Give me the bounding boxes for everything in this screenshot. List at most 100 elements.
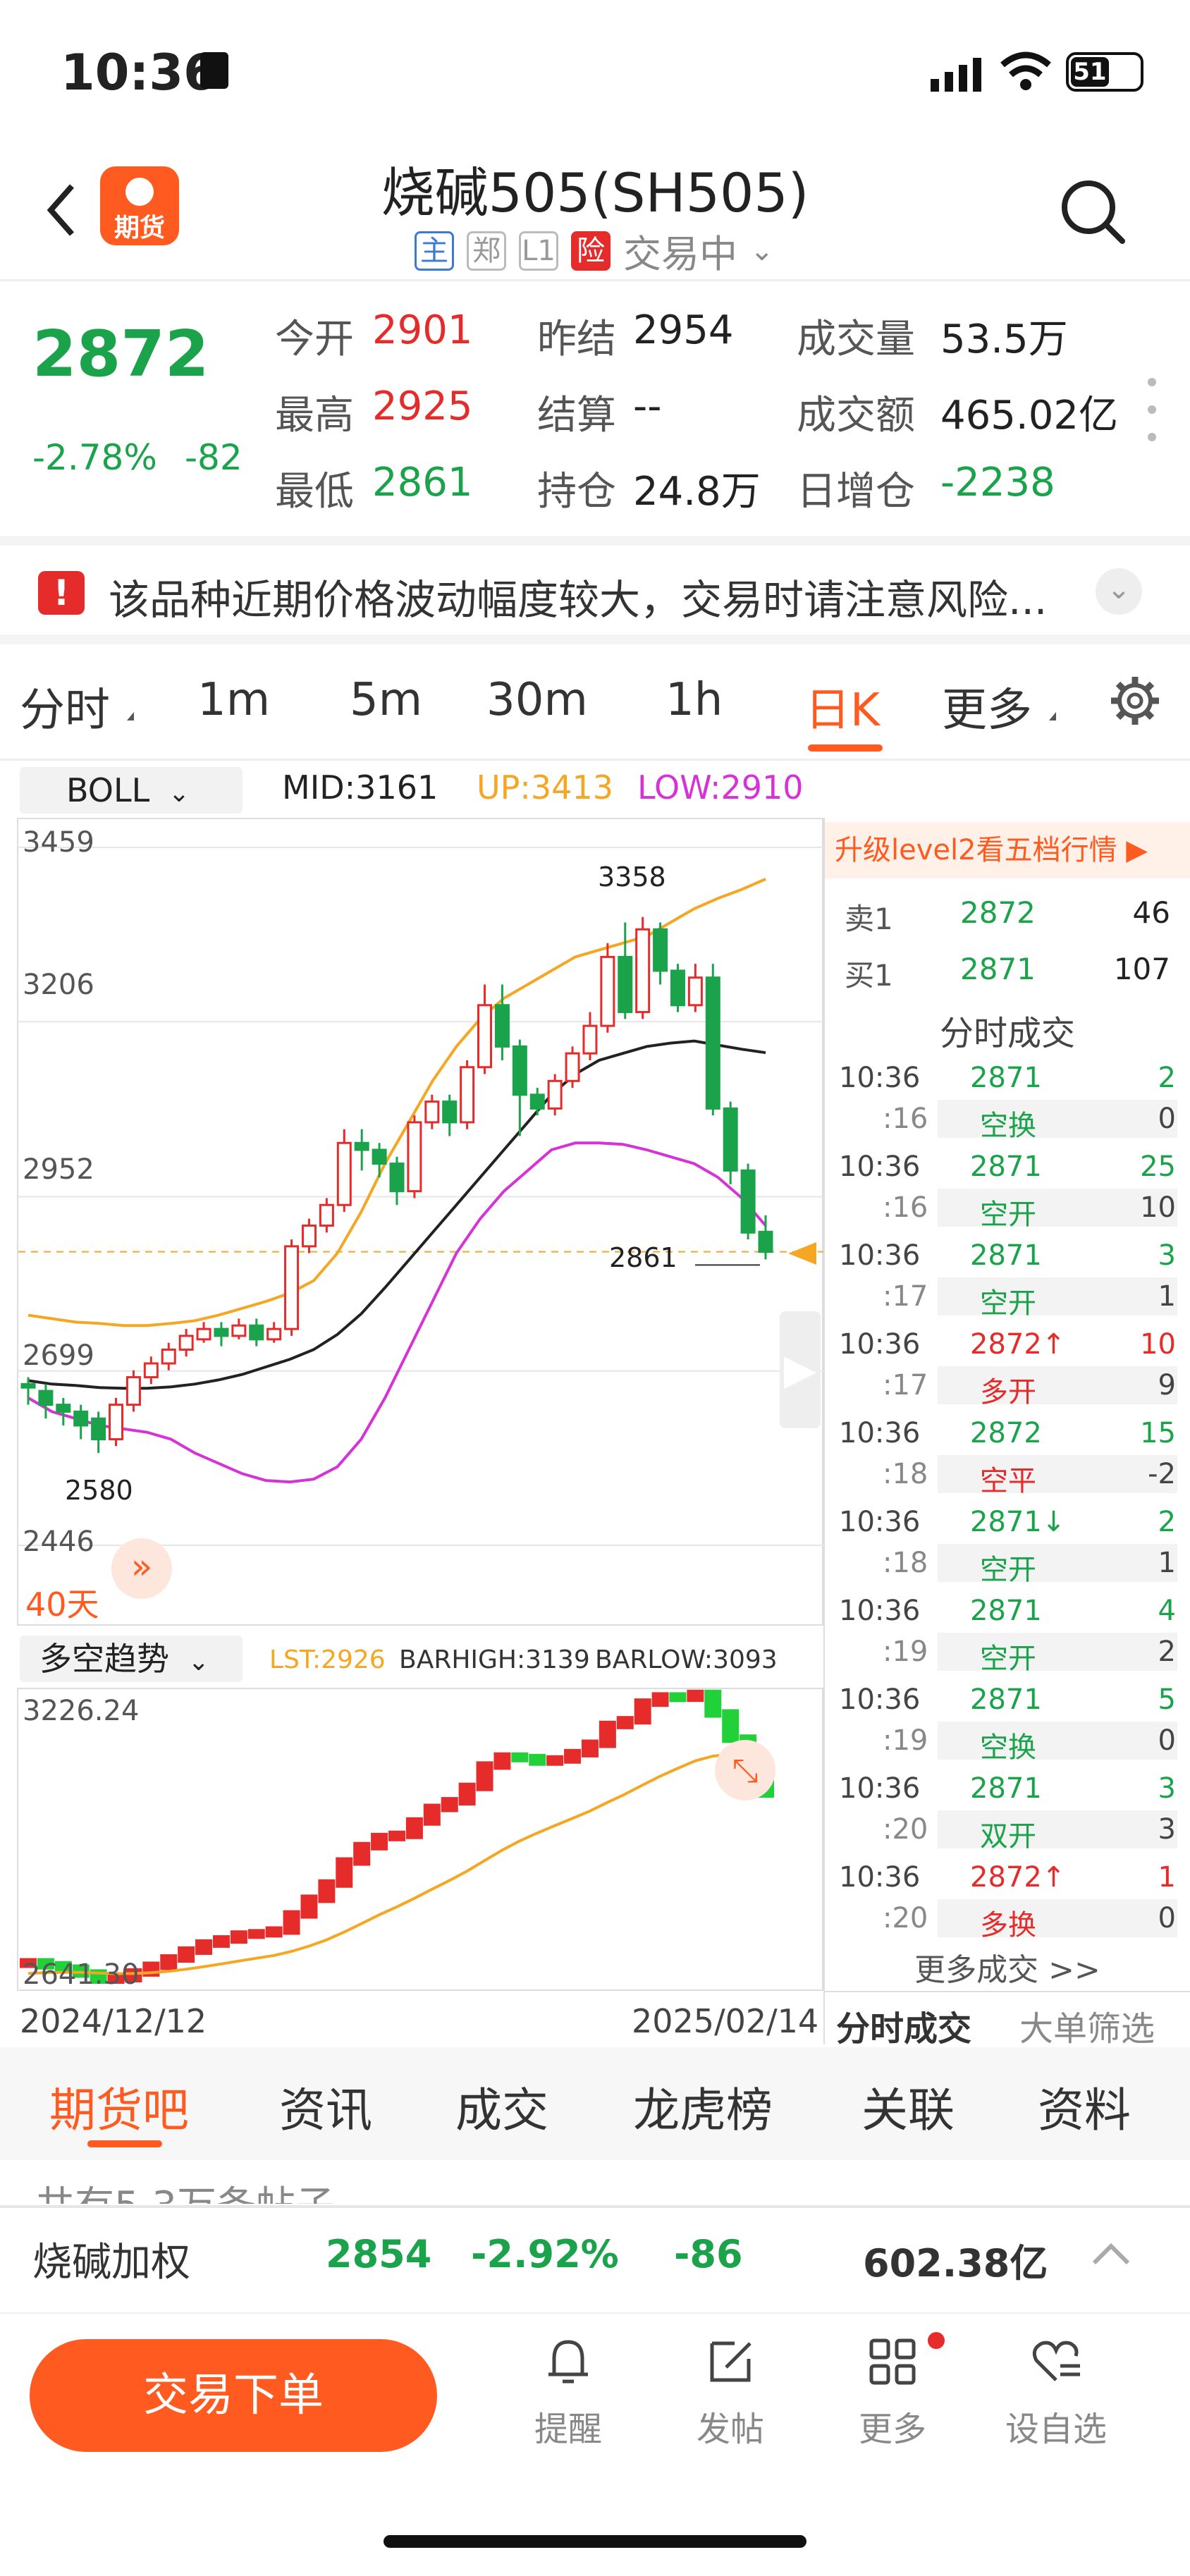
trade-row: 10:36 2872↑ 1:20 多换 0 bbox=[825, 1860, 1190, 1944]
trade-type bbox=[938, 1455, 1177, 1493]
trend-bar bbox=[353, 1841, 371, 1866]
candle-body bbox=[635, 928, 651, 1014]
bell-icon[interactable] bbox=[540, 2333, 596, 2393]
more-label[interactable]: 更多 bbox=[859, 2401, 926, 2451]
trade-type bbox=[938, 1899, 1177, 1937]
more-trades-link[interactable]: 更多成交 >> bbox=[825, 1944, 1190, 1989]
low-label: 最低 bbox=[275, 469, 354, 515]
trend-line bbox=[27, 1753, 766, 1975]
trend-barhigh: BARHIGH:3139 bbox=[399, 1645, 590, 1674]
trade-type-text: 多开 bbox=[980, 1376, 1036, 1409]
expand-side-icon[interactable]: ▶ bbox=[780, 1311, 821, 1428]
index-name[interactable]: 烧碱加权 bbox=[32, 2231, 190, 2288]
tab-30m[interactable]: 30m bbox=[486, 674, 588, 726]
trend-bar bbox=[230, 1930, 247, 1944]
trend-chart[interactable] bbox=[17, 1688, 823, 1991]
open-label: 今开 bbox=[275, 317, 354, 362]
trade-num: 1 bbox=[1158, 1547, 1176, 1579]
trade-num: 9 bbox=[1158, 1369, 1176, 1402]
tab-1h[interactable]: 1h bbox=[665, 674, 723, 726]
high-label: 最高 bbox=[275, 393, 354, 438]
kline-chart[interactable] bbox=[17, 818, 825, 1626]
candle-body bbox=[354, 1141, 369, 1151]
search-icon[interactable] bbox=[1057, 176, 1128, 250]
grid-more-icon[interactable] bbox=[864, 2333, 921, 2393]
candle-body bbox=[407, 1121, 422, 1193]
chevron-down-icon[interactable]: ⌄ bbox=[750, 235, 774, 267]
trade-order-button[interactable]: 交易下单 bbox=[30, 2339, 437, 2452]
notice-expand-icon[interactable]: ⌄ bbox=[1096, 568, 1142, 615]
trade-type bbox=[938, 1277, 1177, 1315]
trade-sec: :20 bbox=[883, 1813, 928, 1846]
trade-type-text: 空开 bbox=[980, 1198, 1036, 1231]
trend-bar bbox=[599, 1720, 616, 1748]
tab-daily-k[interactable]: 日K bbox=[805, 674, 880, 739]
watchlist-label[interactable]: 设自选 bbox=[1005, 2401, 1107, 2451]
tab-profile[interactable]: 资料 bbox=[1038, 2073, 1131, 2140]
trade-vol: 25 bbox=[1140, 1151, 1176, 1183]
tab-5m[interactable]: 5m bbox=[350, 674, 422, 726]
tab-1m[interactable]: 1m bbox=[197, 674, 270, 726]
trend-bar bbox=[336, 1857, 353, 1888]
caret-icon bbox=[127, 712, 134, 720]
days-label: 40天 bbox=[25, 1586, 99, 1624]
last-marker: 2861 bbox=[609, 1242, 677, 1273]
candle-body bbox=[653, 928, 668, 972]
chevron-up-icon[interactable] bbox=[1090, 2239, 1132, 2270]
trade-num: -2 bbox=[1148, 1458, 1176, 1490]
post-label[interactable]: 发帖 bbox=[697, 2401, 764, 2451]
tab-news[interactable]: 资讯 bbox=[279, 2073, 372, 2140]
open-value: 2901 bbox=[372, 307, 473, 353]
candle-body bbox=[372, 1148, 387, 1165]
trade-type bbox=[938, 1810, 1177, 1848]
trades-title: 分时成交 bbox=[939, 1014, 1075, 1053]
trade-num: 3 bbox=[1158, 1813, 1176, 1846]
candle-body bbox=[284, 1245, 300, 1330]
tab-big-orders[interactable]: 大单筛选 bbox=[1019, 2001, 1155, 2050]
tab-trades[interactable]: 分时成交 bbox=[836, 2001, 971, 2050]
trade-price: 2871 bbox=[970, 1239, 1042, 1272]
trade-type-text: 空换 bbox=[980, 1110, 1036, 1142]
trade-price: 2872 bbox=[970, 1417, 1042, 1449]
level2-banner[interactable]: 升级level2看五档行情 ▶ bbox=[825, 822, 1190, 878]
tab-related[interactable]: 关联 bbox=[861, 2073, 955, 2140]
candle-body bbox=[670, 969, 685, 1007]
trade-time: 10:36 bbox=[839, 1328, 921, 1361]
trend-bar bbox=[247, 1929, 265, 1939]
trade-num: 10 bbox=[1140, 1191, 1176, 1224]
trend-bar bbox=[651, 1692, 669, 1707]
settings-gear-icon[interactable] bbox=[1107, 673, 1163, 732]
trade-vol: 5 bbox=[1158, 1683, 1176, 1716]
trade-type bbox=[938, 1366, 1177, 1404]
heart-list-icon[interactable] bbox=[1028, 2333, 1084, 2393]
trade-status[interactable]: 交易中 bbox=[623, 223, 737, 278]
candle-body bbox=[214, 1327, 229, 1337]
trend-top: 3226.24 bbox=[23, 1695, 140, 1727]
id-card-icon bbox=[200, 52, 228, 89]
tab-more[interactable]: 更多 bbox=[942, 674, 1032, 739]
trend-bar bbox=[546, 1755, 564, 1766]
trade-sec: :16 bbox=[883, 1191, 928, 1224]
more-dots-icon[interactable] bbox=[1146, 378, 1158, 441]
indicator-select[interactable]: BOLL ⌄ bbox=[20, 767, 243, 814]
trend-select[interactable]: 多空趋势 ⌄ bbox=[20, 1636, 243, 1682]
risk-notice[interactable]: 该品种近期价格波动幅度较大，交易时请注意风险... bbox=[109, 567, 1081, 626]
tab-deals[interactable]: 成交 bbox=[455, 2073, 548, 2140]
warning-icon: ! bbox=[38, 571, 85, 615]
tab-futures-forum[interactable]: 期货吧 bbox=[49, 2073, 189, 2140]
candle-body bbox=[56, 1404, 71, 1413]
oi-label: 持仓 bbox=[537, 469, 616, 515]
trend-name: 多空趋势 bbox=[39, 1640, 169, 1678]
tab-timeshare[interactable]: 分时 bbox=[20, 674, 110, 739]
trade-vol: 15 bbox=[1140, 1417, 1176, 1449]
remind-label[interactable]: 提醒 bbox=[534, 2401, 602, 2451]
turnover-label: 成交额 bbox=[797, 393, 915, 438]
fast-forward-icon[interactable]: » bbox=[111, 1538, 172, 1599]
resize-icon[interactable]: ⤡ bbox=[715, 1740, 775, 1801]
trade-time: 10:36 bbox=[839, 1772, 921, 1805]
tab-rank[interactable]: 龙虎榜 bbox=[633, 2073, 773, 2140]
prev-settle-label: 昨结 bbox=[537, 317, 616, 362]
edit-icon[interactable] bbox=[702, 2333, 759, 2393]
trade-type-text: 多换 bbox=[980, 1909, 1036, 1942]
trade-vol: 4 bbox=[1158, 1595, 1176, 1627]
